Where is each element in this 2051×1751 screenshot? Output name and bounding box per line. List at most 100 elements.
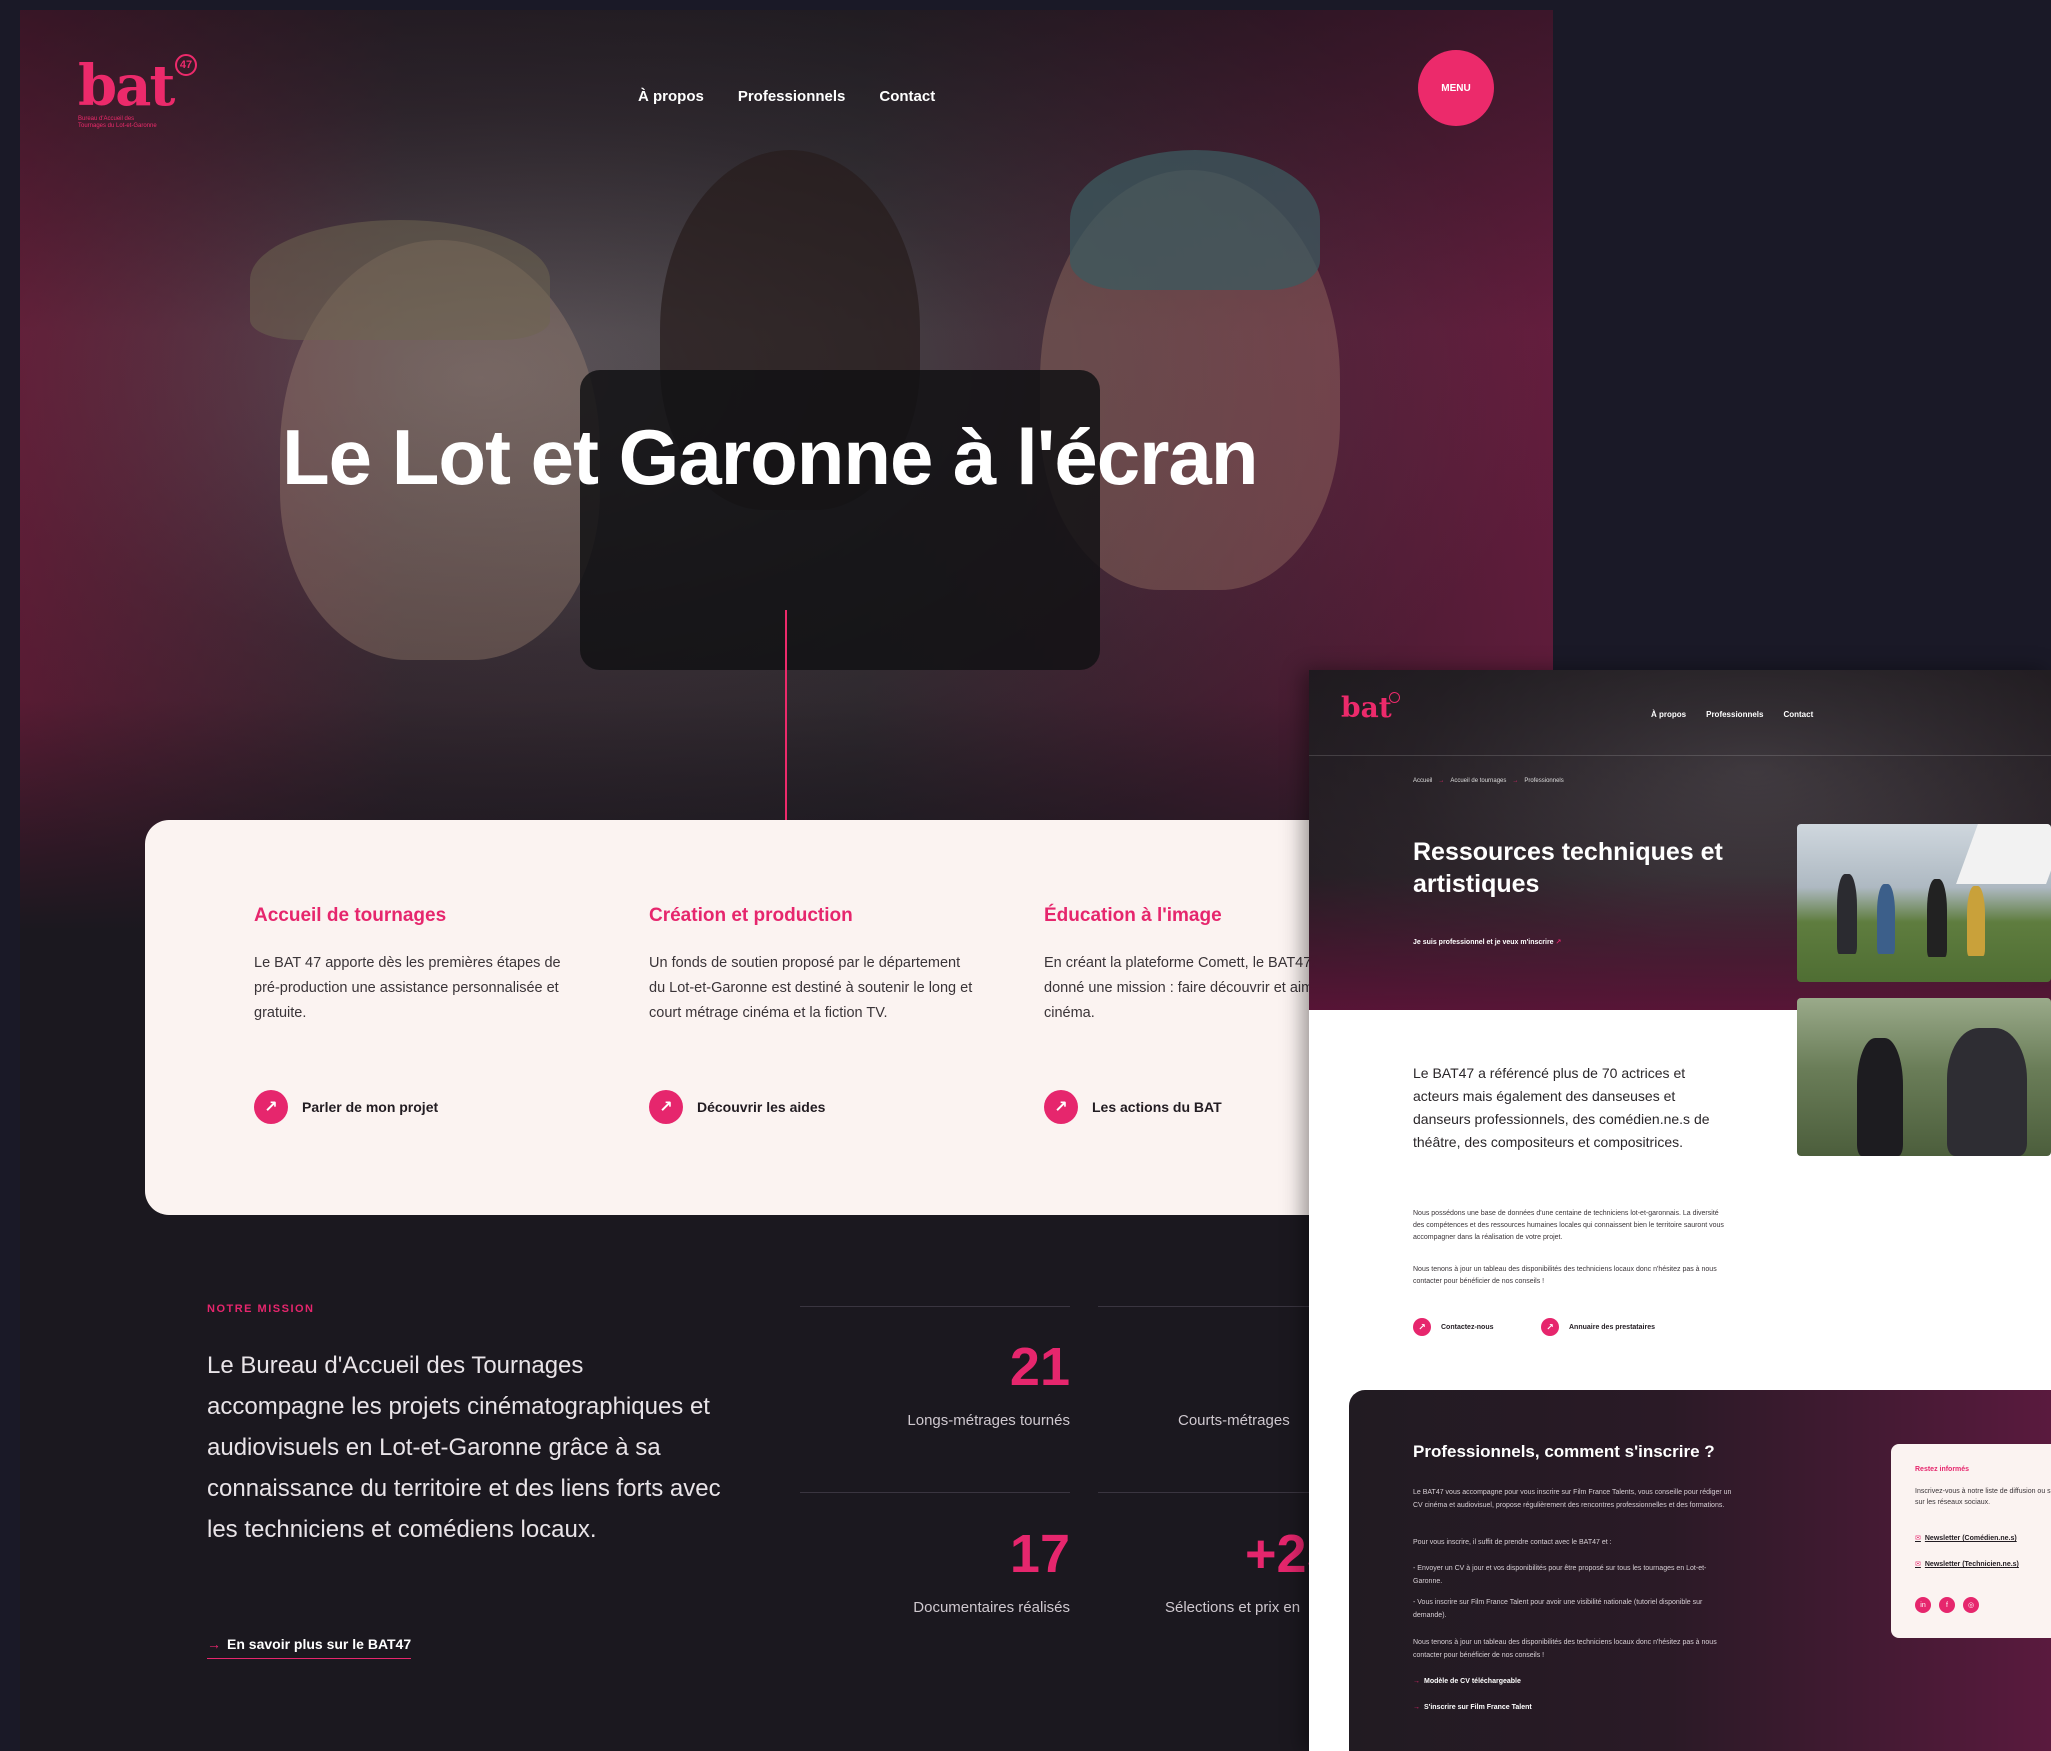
arrow-right-icon: → <box>1413 1678 1420 1685</box>
decouvrir-aides-link[interactable]: ↗ Découvrir les aides <box>649 1090 825 1124</box>
body-paragraph: Nous tenons à jour un tableau des dispon… <box>1413 1266 1717 1285</box>
card-text: Un fonds de soutien proposé par le dépar… <box>649 955 973 1021</box>
breadcrumb-item[interactable]: Accueil <box>1413 778 1432 784</box>
logo-word: bat <box>1341 691 1392 724</box>
card-title: Création et production <box>649 905 853 926</box>
facebook-icon[interactable]: f <box>1939 1597 1955 1613</box>
nav-item-a-propos[interactable]: À propos <box>638 88 704 105</box>
newsletter-text: Inscrivez-vous à notre liste de diffusio… <box>1915 1488 2051 1506</box>
newsletter-techniciens-link[interactable]: ✉ Newsletter (Technicien.ne.s) <box>1915 1560 2019 1568</box>
hero-title: Le Lot et Garonne à l'écran <box>282 413 1258 501</box>
link-label: Newsletter (Technicien.ne.s) <box>1924 1561 2019 1568</box>
stat-longs-metrages: 21 Longs-métrages tournés <box>800 1340 1070 1429</box>
logo-sup: 47 <box>175 54 197 76</box>
newsletter-title: Restez informés <box>1915 1466 1970 1473</box>
top-nav-small: À propos Professionnels Contact <box>1651 710 1813 719</box>
body-paragraph: Le BAT47 vous accompagne pour vous inscr… <box>1413 1489 1732 1509</box>
mail-icon: ✉ <box>1915 1561 1921 1568</box>
page-title: Ressources techniques et artistiques <box>1413 838 1723 898</box>
social-links: in f ◎ <box>1915 1597 1979 1613</box>
photo-camera-operator <box>1797 998 2051 1156</box>
camera-silhouette <box>1947 1028 2027 1156</box>
breadcrumb-item: Professionnels <box>1524 778 1564 784</box>
stat-label: Documentaires réalisés <box>913 1599 1070 1616</box>
stats-divider <box>1098 1492 1338 1493</box>
newsletter-comediens-link[interactable]: ✉ Newsletter (Comédien.ne.s) <box>1915 1534 2017 1542</box>
light-reflector <box>1956 824 2051 884</box>
cta-label: Les actions du BAT <box>1092 1099 1222 1115</box>
cap <box>250 220 550 340</box>
stat-number: 21 <box>1009 1337 1070 1397</box>
breadcrumb: Accueil → Accueil de tournages → Profess… <box>1413 778 1564 784</box>
newsletter-card: Restez informés Inscrivez-vous à notre l… <box>1891 1444 2051 1638</box>
arrow-icon: ↗ <box>1413 1318 1431 1336</box>
logo-sup <box>1389 692 1400 703</box>
body-paragraph: Nous possédons une base de données d'une… <box>1413 1210 1724 1241</box>
cta-label: Découvrir les aides <box>697 1099 826 1115</box>
arrow-icon: ↗ <box>1555 939 1562 946</box>
nav-item-contact[interactable]: Contact <box>1783 710 1813 719</box>
arrow-icon: ↗ <box>1044 1090 1078 1124</box>
link-label: S'inscrire sur Film France Talent <box>1424 1704 1532 1711</box>
actions-bat-link[interactable]: ↗ Les actions du BAT <box>1044 1090 1222 1124</box>
inscription-section: Professionnels, comment s'inscrire ? Le … <box>1349 1390 2051 1751</box>
stats-divider <box>800 1306 1070 1307</box>
modele-cv-link[interactable]: → Modèle de CV téléchargeable <box>1413 1678 1521 1685</box>
mission-label: NOTRE MISSION <box>207 1303 315 1315</box>
contactez-nous-link[interactable]: ↗ Contactez-nous <box>1413 1318 1494 1336</box>
menu-button[interactable]: MENU <box>1418 50 1494 126</box>
intro-text: Le BAT47 a référencé plus de 70 actrices… <box>1413 1065 1710 1150</box>
list-item: - Vous inscrire sur Film France Talent p… <box>1413 1599 1703 1619</box>
en-savoir-plus-link[interactable]: → En savoir plus sur le BAT47 <box>207 1636 412 1659</box>
person-silhouette <box>1967 886 1985 956</box>
body-paragraph: Nous tenons à jour un tableau des dispon… <box>1413 1639 1717 1659</box>
link-label: Newsletter (Comédien.ne.s) <box>1924 1535 2017 1542</box>
mission-text: Le Bureau d'Accueil des Tournages accomp… <box>207 1352 721 1543</box>
beanie <box>1070 150 1320 290</box>
hero-divider-line <box>785 610 787 840</box>
card-text: Le BAT 47 apporte dès les premières étap… <box>254 955 561 1021</box>
stat-label: Longs-métrages tournés <box>907 1412 1070 1429</box>
stat-number: 17 <box>1009 1524 1070 1584</box>
parler-projet-link[interactable]: ↗ Parler de mon projet <box>254 1090 438 1124</box>
photo-crew-field <box>1797 824 2051 982</box>
arrow-right-icon: → <box>1413 1704 1420 1711</box>
person-silhouette <box>1877 884 1895 954</box>
link-label: Je suis professionnel et je veux m'inscr… <box>1413 939 1554 946</box>
nav-divider <box>1309 755 2051 756</box>
nav-item-contact[interactable]: Contact <box>879 88 935 105</box>
card-accueil: Accueil de tournages Le BAT 47 apporte d… <box>254 905 584 1124</box>
logo-word: bat <box>78 53 175 119</box>
services-card-panel: Accueil de tournages Le BAT 47 apporte d… <box>145 820 1475 1215</box>
bat47-logo-small[interactable]: bat <box>1341 691 1400 724</box>
cta-label: Annuaire des prestataires <box>1569 1323 1655 1331</box>
link-label: En savoir plus sur le BAT47 <box>227 1636 412 1652</box>
person-silhouette <box>1927 879 1947 957</box>
list-item: - Envoyer un CV à jour et vos disponibil… <box>1413 1565 1707 1585</box>
nav-item-a-propos[interactable]: À propos <box>1651 710 1686 719</box>
bat47-logo[interactable]: bat 47 Bureau d'Accueil des Tournages du… <box>78 53 197 130</box>
arrow-icon: ↗ <box>254 1090 288 1124</box>
instagram-icon[interactable]: ◎ <box>1963 1597 1979 1613</box>
person-silhouette <box>1857 1038 1903 1156</box>
person-silhouette <box>1837 874 1857 954</box>
nav-item-professionnels[interactable]: Professionnels <box>1706 710 1763 719</box>
stat-documentaires: 17 Documentaires réalisés <box>800 1527 1070 1616</box>
card-title: Accueil de tournages <box>254 905 447 926</box>
top-nav: À propos Professionnels Contact <box>638 88 935 105</box>
card-creation: Création et production Un fonds de souti… <box>649 905 979 1124</box>
film-france-talent-link[interactable]: → S'inscrire sur Film France Talent <box>1413 1704 1532 1711</box>
cta-label: Contactez-nous <box>1441 1323 1494 1331</box>
annuaire-link[interactable]: ↗ Annuaire des prestataires <box>1541 1318 1655 1336</box>
arrow-icon: ↗ <box>649 1090 683 1124</box>
cta-label: Parler de mon projet <box>302 1099 439 1115</box>
arrow-right-icon: → <box>1512 778 1519 784</box>
nav-item-professionnels[interactable]: Professionnels <box>738 88 846 105</box>
linkedin-icon[interactable]: in <box>1915 1597 1931 1613</box>
section-title: Professionnels, comment s'inscrire ? <box>1413 1442 1715 1461</box>
mail-icon: ✉ <box>1915 1535 1921 1542</box>
professionnels-page-mockup: bat À propos Professionnels Contact Accu… <box>1309 670 2051 1751</box>
inscription-link[interactable]: Je suis professionnel et je veux m'inscr… <box>1413 938 1561 946</box>
breadcrumb-item[interactable]: Accueil de tournages <box>1450 778 1506 784</box>
stats-divider <box>800 1492 1070 1493</box>
